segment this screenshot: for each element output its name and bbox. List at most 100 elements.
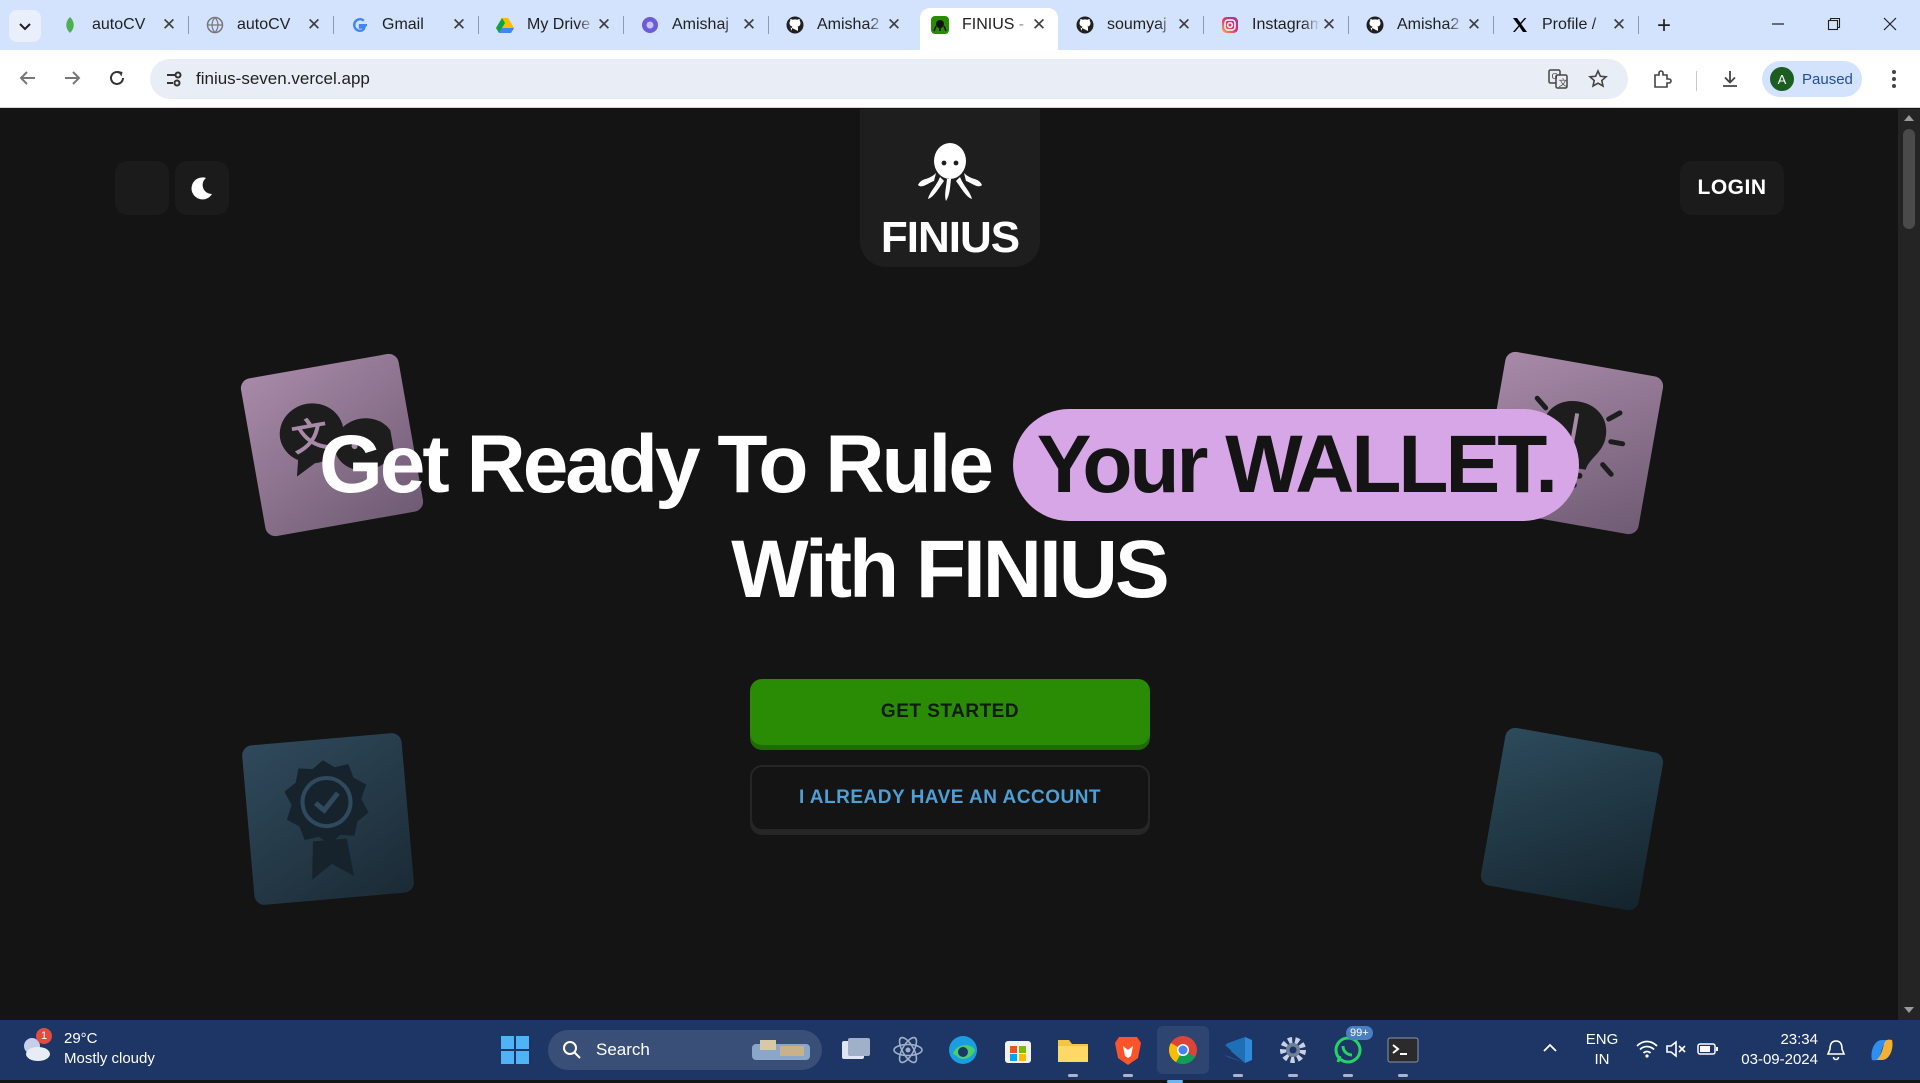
weather-badge: 1 — [36, 1028, 52, 1044]
login-button[interactable]: LOGIN — [1680, 161, 1784, 215]
tab-label: FINIUS - — [962, 16, 1025, 33]
settings-app[interactable] — [1275, 1032, 1311, 1077]
close-icon[interactable]: ✕ — [885, 15, 903, 34]
tab-github-amisha2[interactable]: Amisha2 ✕ — [775, 8, 913, 42]
url-text[interactable]: finius-seven.vercel.app — [196, 69, 370, 89]
logo-card[interactable]: FINIUS — [860, 109, 1040, 267]
tab-github-soumyaj[interactable]: soumyaj ✕ — [1065, 8, 1204, 42]
copilot-icon[interactable] — [1866, 1034, 1898, 1071]
page-scrollbar[interactable] — [1898, 109, 1920, 1020]
close-icon[interactable]: ✕ — [450, 15, 468, 34]
new-tab-button[interactable]: + — [1650, 12, 1678, 40]
tab-autocv-2[interactable]: autoCV ✕ — [195, 8, 334, 42]
site-info-icon[interactable] — [162, 67, 186, 91]
tab-label: Amishaj — [672, 16, 729, 33]
hero-headline: Get Ready To Rule Your WALLET. With FINI… — [0, 409, 1898, 619]
chrome-app[interactable] — [1157, 1026, 1209, 1083]
profile-button[interactable]: A Paused — [1762, 61, 1862, 97]
task-view-app[interactable] — [838, 1032, 874, 1068]
tab-search-button[interactable] — [9, 10, 41, 42]
back-button[interactable] — [10, 60, 46, 96]
google-icon — [350, 15, 370, 35]
download-icon[interactable] — [1716, 65, 1744, 93]
close-icon[interactable]: ✕ — [1175, 15, 1193, 34]
notification-bell-icon[interactable] — [1826, 1039, 1846, 1066]
minimize-button[interactable] — [1750, 8, 1806, 40]
headline-text: Get Ready To Rule — [319, 419, 994, 510]
search-icon — [563, 1041, 581, 1059]
close-icon[interactable]: ✕ — [740, 15, 758, 34]
tab-github-amisha2-b[interactable]: Amisha2 ✕ — [1355, 8, 1494, 42]
autocv-icon — [60, 15, 80, 35]
react-app[interactable] — [890, 1032, 926, 1068]
tab-finius[interactable]: FINIUS - ✕ — [920, 8, 1058, 50]
tab-label: Profile / — [1542, 16, 1597, 33]
tab-label: Amisha2 — [1397, 16, 1460, 33]
file-explorer-app[interactable] — [1055, 1032, 1091, 1077]
get-started-button[interactable]: GET STARTED — [750, 679, 1150, 745]
close-icon[interactable]: ✕ — [1465, 15, 1483, 34]
chevron-down-icon — [19, 23, 31, 31]
tab-strip: autoCV ✕ autoCV ✕ Gmail ✕ My Drive ✕ Ami… — [0, 0, 1920, 50]
app-icon — [640, 15, 660, 35]
tab-amishaj[interactable]: Amishaj ✕ — [630, 8, 769, 42]
tab-label: Instagram — [1252, 16, 1320, 33]
tab-instagram[interactable]: Instagram ✕ — [1210, 8, 1349, 42]
theme-toggle-button[interactable] — [175, 161, 229, 215]
scroll-up-icon[interactable] — [1904, 115, 1914, 121]
scroll-thumb[interactable] — [1903, 129, 1915, 229]
tab-gmail[interactable]: Gmail ✕ — [340, 8, 479, 42]
brand-name: FINIUS — [880, 213, 1020, 262]
taskbar-search[interactable]: Search — [548, 1030, 822, 1070]
scroll-down-icon[interactable] — [1904, 1007, 1914, 1013]
vscode-app[interactable] — [1220, 1032, 1256, 1077]
existing-account-button[interactable]: I ALREADY HAVE AN ACCOUNT — [750, 765, 1150, 831]
windows-start-icon[interactable] — [500, 1035, 530, 1065]
brave-app[interactable] — [1110, 1032, 1146, 1077]
tab-autocv-1[interactable]: autoCV ✕ — [50, 8, 189, 42]
profile-status: Paused — [1802, 70, 1853, 88]
address-bar[interactable]: finius-seven.vercel.app 文G — [150, 59, 1628, 99]
menu-kebab-icon[interactable] — [1880, 65, 1908, 93]
close-icon[interactable]: ✕ — [1030, 15, 1048, 34]
edge-app[interactable] — [945, 1032, 981, 1068]
system-clock[interactable]: 23:34 03-09-2024 — [1738, 1030, 1818, 1070]
close-icon[interactable]: ✕ — [1320, 15, 1338, 34]
close-icon[interactable]: ✕ — [160, 15, 178, 34]
weather-condition: Mostly cloudy — [64, 1050, 155, 1067]
octopus-logo-icon — [918, 143, 982, 201]
drive-icon — [495, 15, 515, 35]
reload-button[interactable] — [99, 60, 135, 96]
store-icon — [1005, 1041, 1031, 1063]
language-indicator[interactable]: ENG IN — [1582, 1030, 1622, 1070]
close-icon[interactable]: ✕ — [305, 15, 323, 34]
terminal-app[interactable] — [1385, 1032, 1421, 1077]
tab-my-drive[interactable]: My Drive ✕ — [485, 8, 624, 42]
close-icon[interactable]: ✕ — [595, 15, 613, 34]
arrow-right-icon — [65, 71, 81, 85]
menu-button[interactable] — [115, 161, 169, 215]
wifi-icon[interactable] — [1636, 1040, 1658, 1063]
arrow-left-icon — [19, 71, 35, 85]
chevron-up-icon[interactable] — [1542, 1040, 1558, 1061]
forward-button[interactable] — [54, 60, 90, 96]
award-badge-icon — [284, 760, 369, 880]
whatsapp-app[interactable]: 99+ — [1330, 1026, 1373, 1077]
chrome-icon — [1169, 1036, 1197, 1064]
reload-icon — [110, 70, 124, 85]
speaker-muted-icon[interactable] — [1666, 1040, 1688, 1063]
blank-tile — [1479, 726, 1665, 912]
bookmark-star-icon[interactable] — [1586, 67, 1610, 91]
close-window-button[interactable] — [1862, 8, 1918, 40]
close-icon[interactable]: ✕ — [1610, 15, 1628, 34]
tab-label: My Drive — [527, 16, 591, 33]
restore-button[interactable] — [1806, 8, 1862, 40]
store-app[interactable] — [1000, 1032, 1036, 1068]
tab-label: autoCV — [237, 16, 291, 33]
translate-icon[interactable]: 文G — [1546, 67, 1570, 91]
extensions-icon[interactable] — [1648, 65, 1676, 93]
x-icon — [1510, 15, 1530, 35]
battery-icon[interactable] — [1697, 1042, 1719, 1061]
tab-x-profile[interactable]: Profile / ✕ — [1500, 8, 1639, 42]
terminal-icon — [1387, 1037, 1419, 1063]
